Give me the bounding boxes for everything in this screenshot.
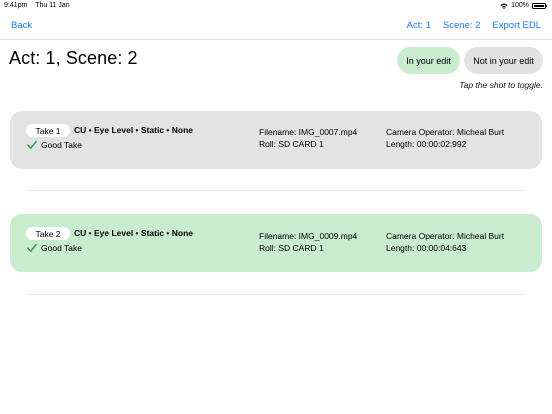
take-label: Take 2	[26, 227, 70, 240]
quality-label: Good Take	[41, 243, 82, 253]
battery-percent: 100%	[511, 2, 529, 9]
status-right: 100%	[500, 2, 547, 9]
status-time: 9:41pm	[4, 2, 28, 9]
wifi-icon	[500, 3, 508, 9]
file-info: Filename: IMG_0007.mp4 Roll: SD CARD 1	[259, 126, 357, 150]
status-date: Thu 11 Jan	[35, 2, 70, 9]
shot-description: CU • Eye Level • Static • None	[74, 228, 193, 238]
take-length: Length: 00:00:04:643	[386, 243, 467, 253]
battery-icon	[532, 2, 547, 9]
page-title: Act: 1, Scene: 2	[9, 48, 138, 68]
camera-info: Camera Operator: Micheal Burt Length: 00…	[386, 230, 504, 254]
divider	[27, 294, 525, 295]
toggle-hint: Tap the shot to toggle.	[459, 80, 543, 90]
take-card[interactable]: Take 2 CU • Eye Level • Static • None Go…	[10, 214, 542, 272]
take-length: Length: 00:00:02:992	[386, 139, 467, 149]
take-label: Take 1	[26, 124, 70, 137]
shot-description: CU • Eye Level • Static • None	[74, 125, 193, 135]
roll: Roll: SD CARD 1	[259, 243, 324, 253]
in-your-edit-button[interactable]: In your edit	[397, 47, 460, 74]
camera-operator: Camera Operator: Micheal Burt	[386, 127, 505, 137]
quality-label: Good Take	[41, 140, 82, 150]
nav-bar: Back Act: 1 Scene: 2 Export EDL	[0, 12, 552, 40]
take-quality: Good Take	[27, 140, 82, 150]
battery-fill	[534, 4, 544, 7]
status-left: 9:41pm Thu 11 Jan	[4, 2, 76, 9]
take-quality: Good Take	[27, 243, 82, 253]
checkmark-icon	[27, 243, 37, 253]
camera-info: Camera Operator: Micheal Burt Length: 00…	[386, 126, 504, 150]
edit-filter-toggle: In your edit Not in your edit	[397, 47, 543, 74]
back-button[interactable]: Back	[11, 20, 32, 31]
scene-button[interactable]: Scene: 2	[443, 20, 481, 31]
nav-actions: Act: 1 Scene: 2 Export EDL	[407, 20, 541, 31]
checkmark-icon	[27, 140, 37, 150]
filename: Filename: IMG_0007.mp4	[259, 127, 358, 137]
status-bar: 9:41pm Thu 11 Jan 100%	[0, 0, 552, 12]
camera-operator: Camera Operator: Micheal Burt	[386, 231, 505, 241]
roll: Roll: SD CARD 1	[259, 139, 324, 149]
filename: Filename: IMG_0009.mp4	[259, 231, 358, 241]
file-info: Filename: IMG_0009.mp4 Roll: SD CARD 1	[259, 230, 357, 254]
act-button[interactable]: Act: 1	[407, 20, 431, 31]
export-edl-button[interactable]: Export EDL	[492, 20, 541, 31]
take-card[interactable]: Take 1 CU • Eye Level • Static • None Go…	[10, 111, 542, 169]
not-in-your-edit-button[interactable]: Not in your edit	[464, 47, 543, 74]
divider	[27, 190, 525, 191]
